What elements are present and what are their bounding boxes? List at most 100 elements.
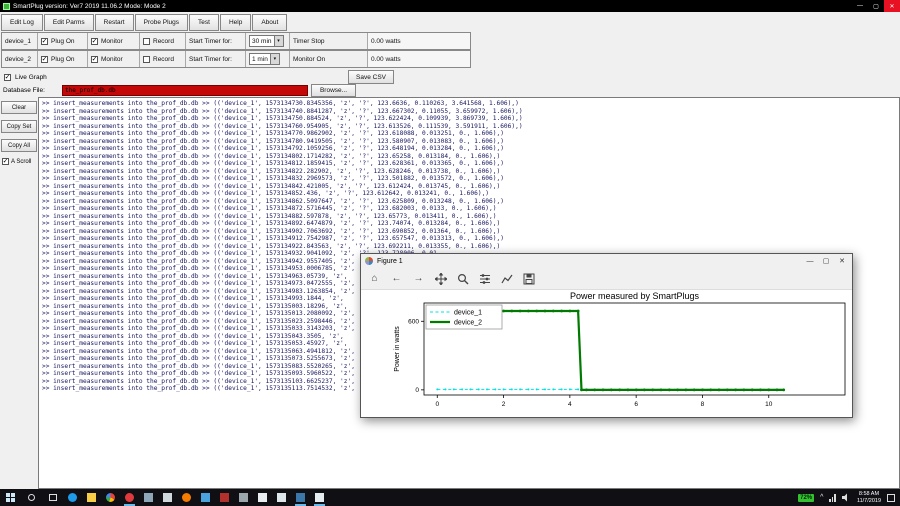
taskbar-app-idle-window[interactable] [310, 489, 329, 506]
maximize-button[interactable]: ▢ [868, 0, 884, 12]
battery-badge[interactable]: 72% [798, 493, 815, 502]
about-button[interactable]: About [252, 14, 288, 31]
probe-plugs-button[interactable]: Probe Plugs [134, 14, 189, 31]
device-1-record-label: Record [153, 37, 174, 45]
device-2-plug-cell: ✓ Plug On [38, 51, 88, 67]
taskbar-app-edge[interactable] [63, 489, 82, 506]
figure-minimize-button[interactable]: — [802, 254, 818, 268]
live-graph-label: Live Graph [15, 73, 47, 81]
taskbar-app-file-explorer[interactable] [82, 489, 101, 506]
log-line: >> insert_measurements into the_prof_db.… [42, 175, 504, 182]
log-line: >> insert_measurements into the_prof_db.… [42, 242, 501, 250]
save-csv-button[interactable]: Save CSV [348, 70, 394, 84]
notepad-icon [258, 493, 267, 502]
task-view-icon[interactable] [42, 489, 63, 506]
live-graph-checkbox[interactable]: ✓ [4, 73, 11, 81]
device-2-timer-select[interactable]: 1 min ▾ [249, 53, 280, 65]
copy-all-button[interactable]: Copy All [1, 139, 37, 152]
browse-button[interactable]: Browse... [311, 84, 356, 97]
matplotlib-icon [365, 257, 373, 265]
taskbar-app-app-darkred[interactable] [215, 489, 234, 506]
device-1-record-checkbox[interactable] [143, 37, 150, 45]
device-2-status-label: Monitor On [290, 51, 368, 67]
edit-log-button[interactable]: Edit Log [1, 14, 43, 31]
taskbar-clock[interactable]: 8:58 AM 11/7/2019 [857, 491, 881, 504]
svg-text:device_2: device_2 [454, 320, 482, 327]
taskbar-app-app-gray[interactable] [234, 489, 253, 506]
chevron-down-icon[interactable]: ▾ [273, 36, 283, 46]
speaker-icon[interactable] [841, 493, 851, 502]
device-2-monitor-label: Monitor [101, 55, 123, 63]
device-1-plug-on-checkbox[interactable]: ✓ [41, 37, 48, 45]
chevron-down-icon[interactable]: ▾ [269, 54, 279, 64]
figure-chart[interactable]: Power measured by SmartPlugs Power in wat… [361, 290, 852, 417]
home-icon[interactable]: ⌂ [368, 272, 381, 285]
copy-set-button[interactable]: Copy Set [1, 120, 37, 133]
app-blue-icon [201, 493, 210, 502]
taskbar-app-mail[interactable] [158, 489, 177, 506]
svg-text:2: 2 [502, 401, 506, 408]
app-titlebar[interactable]: SmartPlug version: Ver7 2019 11.06.2 Mod… [0, 0, 900, 12]
taskbar-app-app-red[interactable] [120, 489, 139, 506]
svg-text:6: 6 [634, 401, 638, 408]
zoom-icon[interactable] [456, 272, 469, 285]
log-line: >> insert_measurements into the_prof_db.… [42, 235, 504, 242]
svg-text:Power in watts: Power in watts [394, 326, 401, 372]
a-scroll-checkbox[interactable]: ✓ [2, 158, 9, 165]
svg-text:10: 10 [765, 401, 773, 408]
chrome-icon [106, 493, 115, 502]
document-icon [277, 493, 286, 502]
taskbar-app-notepad[interactable] [253, 489, 272, 506]
forward-icon[interactable]: → [412, 272, 425, 285]
device-2-monitor-cell: ✓ Monitor [88, 51, 140, 67]
windows-start-button[interactable] [0, 489, 21, 506]
app-red-icon [125, 493, 134, 502]
help-button[interactable]: Help [219, 14, 252, 31]
taskbar-app-document[interactable] [272, 489, 291, 506]
device-2-record-checkbox[interactable] [143, 55, 150, 63]
edit-parms-button[interactable]: Edit Parms [43, 14, 94, 31]
device-1-watts-display: 0.00 watts [368, 33, 470, 49]
database-file-input[interactable]: the_prof_db.db [62, 85, 308, 96]
figure-maximize-button[interactable]: ▢ [818, 254, 834, 268]
figure-close-button[interactable]: ✕ [834, 254, 850, 268]
desktop: SmartPlug version: Ver7 2019 11.06.2 Mod… [0, 0, 900, 506]
live-graph-row: ✓ Live Graph [4, 70, 47, 84]
device-1-record-cell: Record [140, 33, 186, 49]
tray-chevron-up-icon[interactable]: ^ [820, 494, 823, 501]
log-line: >> insert_measurements into the_prof_db.… [42, 160, 504, 167]
system-tray: 72% ^ 8:58 AM 11/7/2019 [798, 491, 900, 504]
search-icon[interactable] [21, 489, 42, 506]
menu-bar: Edit Log Edit Parms Restart Probe Plugs … [1, 13, 288, 32]
save-icon[interactable] [522, 272, 535, 285]
taskbar-app-python[interactable] [291, 489, 310, 506]
figure-window: Figure 1 — ▢ ✕ ⌂ ← → Power measured by S… [360, 253, 853, 418]
device-1-monitor-checkbox[interactable]: ✓ [91, 37, 98, 45]
restart-button[interactable]: Restart [94, 14, 134, 31]
device-2-monitor-checkbox[interactable]: ✓ [91, 55, 98, 63]
taskbar-app-firefox[interactable] [177, 489, 196, 506]
back-icon[interactable]: ← [390, 272, 403, 285]
log-line: >> insert_measurements into the_prof_db.… [42, 137, 504, 145]
taskbar-apps [63, 489, 329, 506]
configure-subplots-icon[interactable] [478, 272, 491, 285]
test-button[interactable]: Test [189, 14, 219, 31]
edit-axis-icon[interactable] [500, 272, 513, 285]
figure-canvas: Power measured by SmartPlugs Power in wat… [361, 290, 852, 417]
log-line: >> insert_measurements into the_prof_db.… [42, 212, 497, 220]
taskbar-app-chrome[interactable] [101, 489, 120, 506]
minimize-button[interactable]: — [852, 0, 868, 12]
action-center-icon[interactable] [887, 493, 895, 502]
device-1-name: device_1 [2, 33, 38, 49]
network-icon[interactable] [829, 493, 836, 502]
device-1-status-label: Timer Stop [290, 33, 368, 49]
device-1-timer-select[interactable]: 30 min ▾ [249, 35, 284, 47]
device-2-plug-on-checkbox[interactable]: ✓ [41, 55, 48, 63]
taskbar-app-app-blue[interactable] [196, 489, 215, 506]
close-button[interactable]: ✕ [884, 0, 900, 12]
pan-icon[interactable] [434, 272, 447, 285]
clear-button[interactable]: Clear [1, 101, 37, 114]
figure-titlebar[interactable]: Figure 1 — ▢ ✕ [361, 254, 852, 268]
log-line: >> insert_measurements into the_prof_db.… [42, 167, 501, 175]
taskbar-app-store[interactable] [139, 489, 158, 506]
